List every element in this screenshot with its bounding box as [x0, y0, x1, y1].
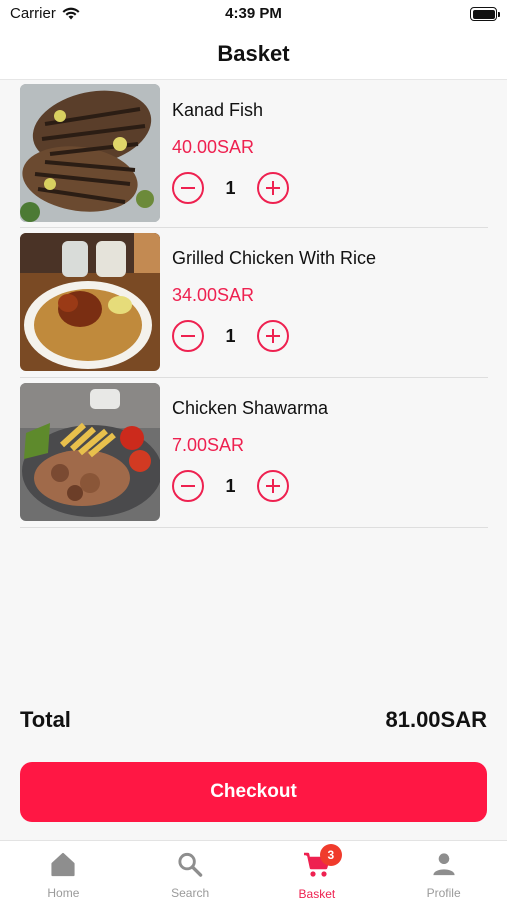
search-icon [178, 852, 203, 877]
cart-icon-wrap: 3 [303, 844, 342, 879]
basket-item: Kanad Fish 40.00SAR 1 [20, 80, 488, 228]
cart-count-badge: 3 [319, 844, 342, 866]
item-image-chicken-shawarma [20, 383, 160, 521]
minus-icon [181, 334, 195, 338]
tab-search[interactable]: Search [127, 841, 254, 900]
decrease-quantity-button[interactable] [172, 320, 204, 352]
quantity-stepper: 1 [172, 470, 328, 502]
item-price: 7.00SAR [172, 435, 245, 455]
item-info: Grilled Chicken With Rice 34.00SAR 1 [172, 248, 376, 352]
basket-list: Kanad Fish 40.00SAR 1 Grilled Chicken Wi… [20, 80, 488, 528]
total-value: 81.00SAR [385, 707, 487, 732]
home-icon [51, 852, 75, 877]
quantity-value: 1 [225, 177, 236, 198]
item-image-kanad-fish [20, 84, 160, 222]
status-bar: Carrier 4:39 PM [0, 0, 507, 28]
decrease-quantity-button[interactable] [172, 172, 204, 204]
quantity-stepper: 1 [172, 320, 376, 352]
total-row: Total 81.00SAR [20, 706, 487, 734]
tab-label: Profile [426, 886, 461, 900]
item-info: Kanad Fish 40.00SAR 1 [172, 100, 289, 204]
item-price: 40.00SAR [172, 137, 255, 157]
item-name: Kanad Fish [172, 100, 264, 120]
battery-icon [470, 7, 500, 21]
item-image-grilled-chicken-with-rice [20, 233, 160, 371]
tab-bar: Home Search 3 Basket Profile [0, 840, 507, 900]
quantity-value: 1 [225, 325, 236, 346]
basket-item: Chicken Shawarma 7.00SAR 1 [20, 378, 488, 528]
minus-icon [181, 186, 195, 190]
increase-quantity-button[interactable] [257, 470, 289, 502]
person-icon [433, 853, 455, 876]
total-label: Total [20, 707, 71, 732]
item-name: Grilled Chicken With Rice [172, 248, 377, 268]
quantity-value: 1 [225, 475, 236, 496]
minus-icon [181, 484, 195, 488]
item-name: Chicken Shawarma [172, 398, 329, 418]
tab-label: Search [171, 886, 210, 900]
increase-quantity-button[interactable] [257, 172, 289, 204]
tab-label: Home [47, 886, 80, 900]
nav-bar: Basket [0, 28, 507, 80]
tab-label: Basket [298, 887, 336, 900]
status-time: 4:39 PM [225, 5, 282, 22]
item-price: 34.00SAR [172, 285, 255, 305]
increase-quantity-button[interactable] [257, 320, 289, 352]
decrease-quantity-button[interactable] [172, 470, 204, 502]
tab-home[interactable]: Home [0, 841, 127, 900]
basket-item: Grilled Chicken With Rice 34.00SAR 1 [20, 228, 488, 378]
quantity-stepper: 1 [172, 172, 289, 204]
checkout-button[interactable]: Checkout [20, 762, 487, 822]
tab-profile[interactable]: Profile [380, 841, 507, 900]
page-title: Basket [217, 40, 290, 66]
tab-basket[interactable]: 3 Basket [254, 841, 381, 900]
item-info: Chicken Shawarma 7.00SAR 1 [172, 398, 328, 502]
